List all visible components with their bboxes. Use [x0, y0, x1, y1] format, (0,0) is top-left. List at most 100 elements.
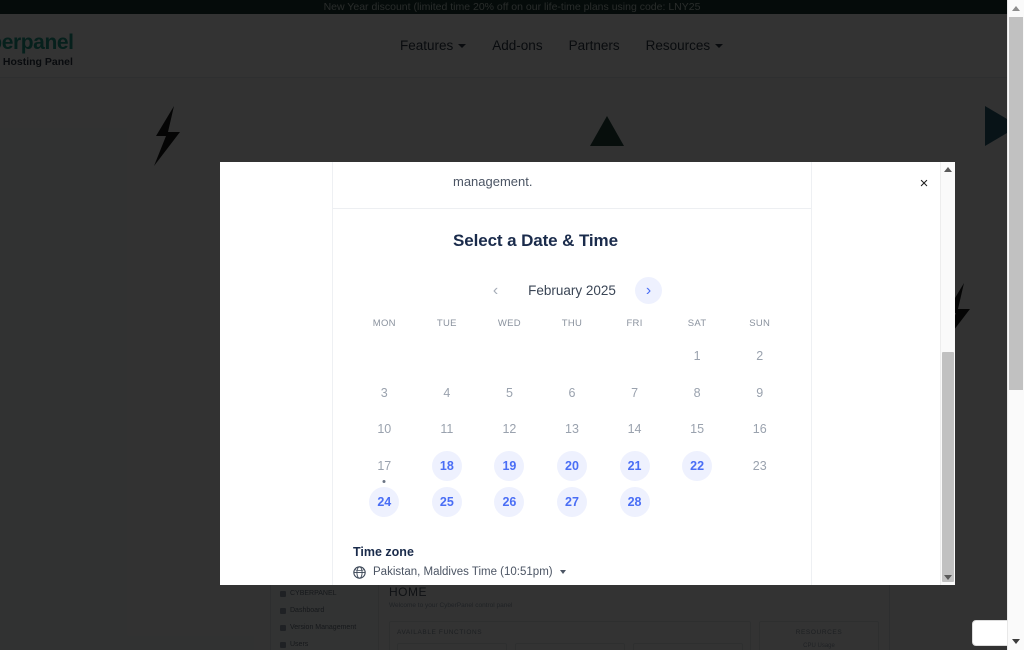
scheduling-modal: × • • • • • • management. Select a Date … [220, 162, 955, 585]
calendar-day-cell: 25 [429, 484, 465, 521]
calendar-day-cell: 28 [617, 484, 653, 521]
calendar-day-15: 15 [682, 414, 712, 444]
page-scroll-up-icon[interactable] [1008, 0, 1024, 17]
calendar-day-6: 6 [557, 378, 587, 408]
calendar-day-2: 2 [745, 341, 775, 371]
calendar-day-cell: 13 [554, 411, 590, 448]
calendar-day-cell: 24 [366, 484, 402, 521]
calendar-day-cell: 3 [366, 375, 402, 412]
calendar-day-16: 16 [745, 414, 775, 444]
calendar-day-cell [429, 338, 465, 375]
calendar-day-25[interactable]: 25 [431, 487, 462, 518]
calendar-day-cell: 2 [742, 338, 778, 375]
calendar-day-cell: 8 [679, 375, 715, 412]
scroll-up-icon[interactable] [941, 162, 955, 177]
calendar-day-cell: 14 [617, 411, 653, 448]
timezone-value: Pakistan, Maldives Time (10:51pm) [373, 566, 553, 578]
calendar-day-empty [620, 341, 650, 371]
calendar-day-1: 1 [682, 341, 712, 371]
calendar-day-cell: 1 [679, 338, 715, 375]
calendar-day-empty [432, 341, 462, 371]
calendar-day-9: 9 [745, 378, 775, 408]
modal-scroll-area: • • • • • • management. Select a Date & … [220, 162, 940, 585]
event-description-line: management. [453, 174, 533, 189]
modal-scrollbar-thumb[interactable] [942, 352, 954, 582]
timezone-block: Time zone Pakistan, Maldives Time (10:51… [353, 545, 791, 579]
month-navigation: ‹ February 2025 › [353, 277, 791, 304]
calendar-day-8: 8 [682, 378, 712, 408]
calendar-day-12: 12 [494, 414, 524, 444]
calendar-day-17: 17 [369, 451, 399, 481]
calendar-day-19[interactable]: 19 [494, 450, 525, 481]
event-description-clipped: • • • • • • [453, 162, 519, 167]
calendar-day-28[interactable]: 28 [619, 487, 650, 518]
calendar-day-cell: 5 [491, 375, 527, 412]
calendar-day-26[interactable]: 26 [494, 487, 525, 518]
calendar-day-cell [742, 484, 778, 521]
scheduler-left-gutter [220, 162, 332, 585]
calendar-day-13: 13 [557, 414, 587, 444]
weekday-header: TUE [436, 318, 457, 329]
weekday-header: SUN [749, 318, 771, 329]
event-description-block: • • • • • • management. [333, 162, 811, 209]
scheduler-right-gutter [812, 162, 940, 585]
calendar-day-cell [617, 338, 653, 375]
today-indicator-dot [382, 480, 386, 483]
calendar-day-27[interactable]: 27 [556, 487, 587, 518]
scroll-down-icon[interactable] [941, 570, 955, 585]
page-scroll-down-icon[interactable] [1008, 633, 1024, 650]
calendar-day-cell: 26 [491, 484, 527, 521]
page-scrollbar-thumb[interactable] [1009, 17, 1023, 390]
scheduler-body: Select a Date & Time ‹ February 2025 › M… [333, 209, 811, 579]
calendar-day-7: 7 [620, 378, 650, 408]
calendar-day-cell: 16 [742, 411, 778, 448]
calendar-day-empty [745, 487, 775, 517]
chevron-down-icon [559, 570, 566, 574]
calendar-day-cell: 22 [679, 448, 715, 485]
calendar-day-cell: 15 [679, 411, 715, 448]
current-month-label: February 2025 [528, 283, 616, 298]
calendar-day-cell: 21 [617, 448, 653, 485]
calendar-day-empty [557, 341, 587, 371]
calendar-day-cell: 7 [617, 375, 653, 412]
page-title: Select a Date & Time [453, 231, 618, 250]
weekday-header: WED [497, 318, 521, 329]
calendar-day-24[interactable]: 24 [369, 487, 400, 518]
calendar-day-cell: 20 [554, 448, 590, 485]
previous-month-button[interactable]: ‹ [482, 277, 509, 304]
calendar-day-14: 14 [620, 414, 650, 444]
calendar-day-empty [682, 487, 712, 517]
calendar-day-cell [491, 338, 527, 375]
calendar-day-22[interactable]: 22 [682, 450, 713, 481]
calendar-day-18[interactable]: 18 [431, 450, 462, 481]
calendar-day-cell [366, 338, 402, 375]
calendar-day-23: 23 [745, 451, 775, 481]
scheduler-embed: • • • • • • management. Select a Date & … [220, 162, 940, 585]
globe-icon [353, 565, 366, 579]
calendar-day-cell: 18 [429, 448, 465, 485]
calendar-day-21[interactable]: 21 [619, 450, 650, 481]
calendar-day-5: 5 [494, 378, 524, 408]
calendar-day-cell: 27 [554, 484, 590, 521]
calendar-day-cell: 9 [742, 375, 778, 412]
next-month-button[interactable]: › [635, 277, 662, 304]
close-icon[interactable]: × [915, 174, 933, 192]
calendar-day-10: 10 [369, 414, 399, 444]
calendar-day-cell: 10 [366, 411, 402, 448]
calendar-day-4: 4 [432, 378, 462, 408]
timezone-selector[interactable]: Pakistan, Maldives Time (10:51pm) [353, 565, 791, 579]
calendar-day-cell: 17 [366, 448, 402, 485]
weekday-header: SAT [687, 318, 707, 329]
calendar-day-cell [679, 484, 715, 521]
calendar-day-cell [554, 338, 590, 375]
calendar-day-cell: 6 [554, 375, 590, 412]
scheduler-column: • • • • • • management. Select a Date & … [332, 162, 812, 585]
page-scrollbar[interactable] [1007, 0, 1024, 650]
calendar-grid: MON TUE WED THU FRI SAT SUN 1 2 3 4 5 6 7 8 9 10 11 12 13 14… [353, 318, 791, 521]
weekday-header: FRI [626, 318, 643, 329]
calendar-day-20[interactable]: 20 [556, 450, 587, 481]
calendar-day-cell: 12 [491, 411, 527, 448]
calendar-day-cell: 19 [491, 448, 527, 485]
timezone-title: Time zone [353, 544, 414, 559]
modal-scrollbar[interactable] [940, 162, 955, 585]
